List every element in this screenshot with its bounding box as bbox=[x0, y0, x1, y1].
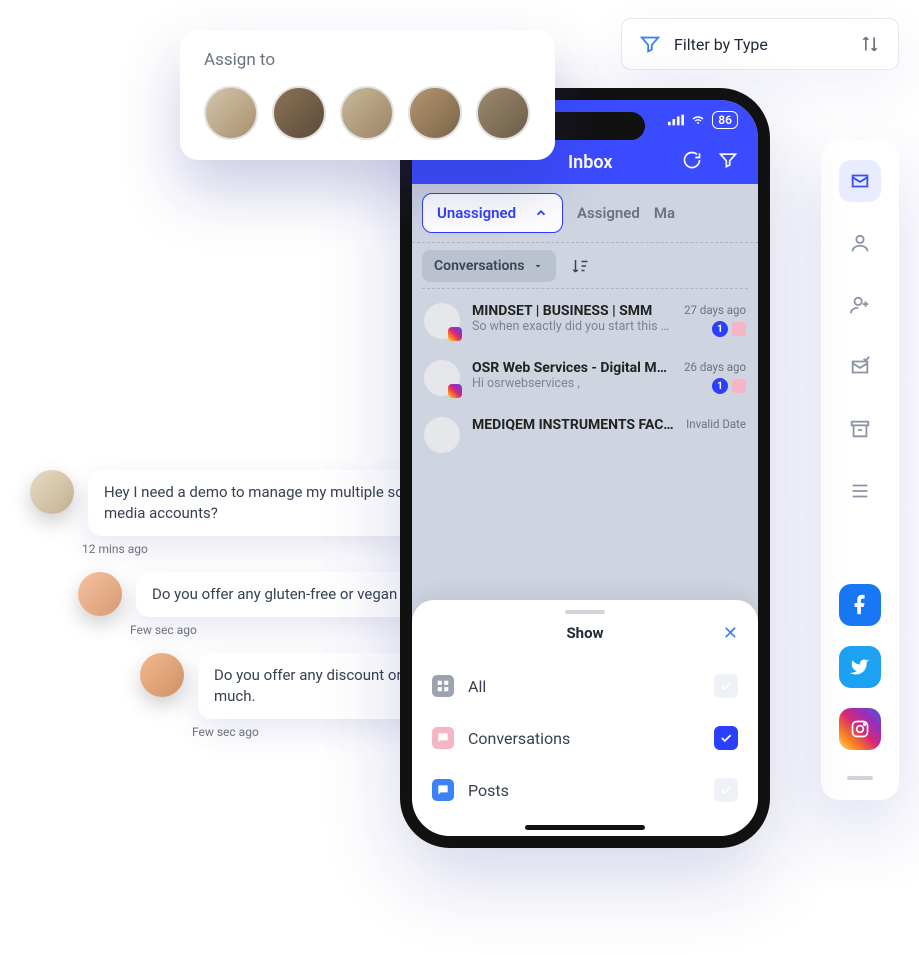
filter-row: Conversations bbox=[412, 242, 758, 288]
unread-badge: 1 bbox=[712, 321, 728, 337]
option-label: Posts bbox=[468, 781, 700, 800]
rail-inbox[interactable] bbox=[839, 160, 881, 202]
avatar[interactable] bbox=[272, 86, 326, 140]
tab-more[interactable]: Ma bbox=[654, 204, 675, 222]
rail-menu[interactable] bbox=[839, 470, 881, 512]
conversation-time: 27 days ago bbox=[684, 303, 746, 317]
option-label: Conversations bbox=[468, 729, 700, 748]
sheet-option-posts[interactable]: Posts bbox=[432, 764, 738, 816]
rail-check-mail[interactable] bbox=[839, 346, 881, 388]
rail-archive[interactable] bbox=[839, 408, 881, 450]
show-sheet: Show ✕ All Conversations Posts bbox=[412, 600, 758, 836]
avatar bbox=[140, 653, 184, 697]
conversation-item[interactable]: MEDIQEM INSTRUMENTS FACTORY Invalid Date bbox=[412, 407, 758, 464]
conversation-item[interactable]: MINDSET | BUSINESS | SMM So when exactly… bbox=[412, 293, 758, 350]
tab-assigned[interactable]: Assigned bbox=[577, 204, 640, 222]
drag-handle[interactable] bbox=[565, 610, 605, 614]
assign-to-card: Assign to bbox=[180, 30, 555, 160]
chat-icon bbox=[432, 727, 454, 749]
checkbox[interactable] bbox=[714, 778, 738, 802]
avatar bbox=[424, 417, 460, 453]
conversation-item[interactable]: OSR Web Services - Digital Mar... Hi osr… bbox=[412, 350, 758, 407]
refresh-icon[interactable] bbox=[682, 150, 706, 174]
sort-icon[interactable] bbox=[858, 32, 882, 56]
sheet-option-conversations[interactable]: Conversations bbox=[432, 712, 738, 764]
filter-icon bbox=[638, 32, 662, 56]
unread-badge: 1 bbox=[712, 378, 728, 394]
conversation-time: Invalid Date bbox=[686, 417, 746, 431]
home-indicator[interactable] bbox=[525, 825, 645, 830]
instagram-icon[interactable] bbox=[839, 708, 881, 750]
avatar[interactable] bbox=[408, 86, 462, 140]
close-icon[interactable]: ✕ bbox=[723, 623, 738, 644]
instagram-badge-icon bbox=[448, 384, 462, 398]
signal-icon bbox=[668, 114, 684, 126]
wifi-icon bbox=[690, 114, 706, 126]
assign-avatars bbox=[204, 86, 531, 140]
twitter-icon[interactable] bbox=[839, 646, 881, 688]
grid-icon bbox=[432, 675, 454, 697]
sheet-option-all[interactable]: All bbox=[432, 660, 738, 712]
filter-icon[interactable] bbox=[718, 150, 742, 174]
rail-user-add[interactable] bbox=[839, 284, 881, 326]
sheet-title: Show bbox=[566, 624, 603, 642]
conversation-title: OSR Web Services - Digital Mar... bbox=[472, 360, 672, 376]
app-title: Inbox bbox=[568, 152, 670, 173]
facebook-icon[interactable] bbox=[839, 584, 881, 626]
avatar[interactable] bbox=[204, 86, 258, 140]
sort-icon[interactable] bbox=[568, 254, 592, 278]
side-rail bbox=[821, 140, 899, 800]
rail-handle bbox=[847, 776, 873, 780]
conversation-time: 26 days ago bbox=[684, 360, 746, 374]
option-label: All bbox=[468, 677, 700, 696]
rail-user[interactable] bbox=[839, 222, 881, 264]
channel-badge-icon bbox=[732, 379, 746, 393]
battery-indicator: 86 bbox=[712, 111, 738, 129]
checkbox[interactable] bbox=[714, 674, 738, 698]
avatar bbox=[78, 572, 122, 616]
phone-frame: 86 Inbox Unassigned Assigned Ma Conversa… bbox=[400, 88, 770, 848]
instagram-badge-icon bbox=[448, 327, 462, 341]
filter-label: Filter by Type bbox=[674, 35, 858, 54]
divider bbox=[422, 288, 748, 289]
conversation-title: MEDIQEM INSTRUMENTS FACTORY bbox=[472, 417, 674, 433]
tabs-row: Unassigned Assigned Ma bbox=[412, 184, 758, 242]
avatar[interactable] bbox=[476, 86, 530, 140]
post-icon bbox=[432, 779, 454, 801]
avatar bbox=[424, 303, 460, 339]
tab-unassigned[interactable]: Unassigned bbox=[422, 193, 563, 233]
avatar[interactable] bbox=[340, 86, 394, 140]
assign-title: Assign to bbox=[204, 50, 531, 70]
conversations-filter[interactable]: Conversations bbox=[422, 250, 556, 282]
checkbox[interactable] bbox=[714, 726, 738, 750]
conversation-preview: So when exactly did you start this profi… bbox=[472, 319, 672, 334]
conversation-preview: Hi osrwebservices , bbox=[472, 376, 672, 391]
avatar bbox=[424, 360, 460, 396]
channel-badge-icon bbox=[732, 322, 746, 336]
filter-by-type-card[interactable]: Filter by Type bbox=[621, 18, 899, 70]
avatar bbox=[30, 470, 74, 514]
conversation-title: MINDSET | BUSINESS | SMM bbox=[472, 303, 672, 319]
